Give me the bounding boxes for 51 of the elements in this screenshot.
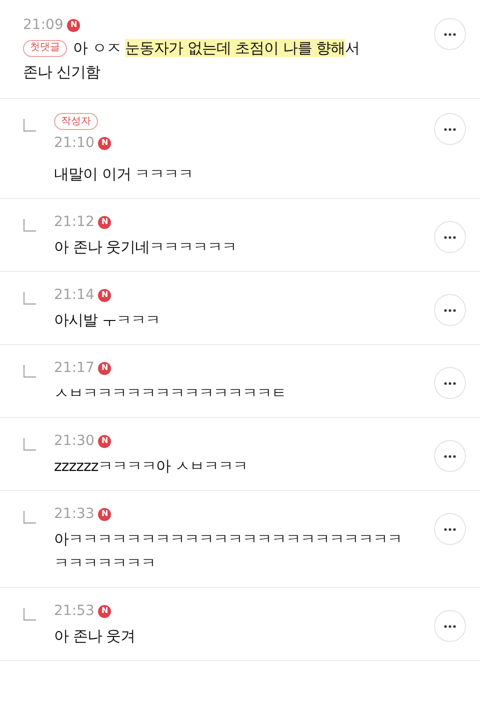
more-options-button[interactable] <box>434 610 466 642</box>
comment-time: 21:33 <box>54 505 94 523</box>
comment-time: 21:10 <box>54 134 94 152</box>
more-options-button[interactable] <box>434 367 466 399</box>
comment-time: 21:30 <box>54 432 94 450</box>
more-icon <box>444 128 456 130</box>
reply-corner-icon <box>23 365 36 378</box>
comment-text: zzzzzzㅋㅋㅋㅋ아 ㅅㅂㅋㅋㅋ <box>54 456 248 477</box>
new-badge: N <box>98 362 112 374</box>
label-badge: 첫댓글 <box>23 40 67 56</box>
new-badge: N <box>98 136 112 150</box>
comment-text: 아 존나 웃기네ㅋㅋㅋㅋㅋㅋ <box>54 237 237 258</box>
more-options-button[interactable] <box>434 221 466 253</box>
more-icon <box>444 308 456 312</box>
more-icon <box>444 382 456 384</box>
comment-time: 21:17 <box>54 359 94 377</box>
new-badge: N <box>98 288 112 302</box>
more-options-button[interactable] <box>434 18 466 50</box>
more-options-button[interactable] <box>434 513 466 545</box>
comment-text: 아ㅋㅋㅋㅋㅋㅋㅋㅋㅋㅋㅋㅋㅋㅋㅋㅋㅋㅋㅋㅋㅋㅋㅋ <box>54 529 402 550</box>
reply-corner-icon <box>23 608 36 621</box>
reply-corner-icon <box>23 438 36 451</box>
label-badge: 작성자 <box>54 113 98 130</box>
more-options-button[interactable] <box>434 294 466 326</box>
more-options-button[interactable] <box>434 440 466 472</box>
more-icon <box>444 236 456 238</box>
comment-text: 아 ㅇㅈ 눈동자가 없는데 초점이 나를 향해서 <box>73 38 360 59</box>
comment-text: 아 존나 웃겨 <box>54 626 136 647</box>
comment-time: 21:12 <box>54 213 94 231</box>
more-icon <box>444 528 456 530</box>
comment-text: 아시발 ㅜㅋㅋㅋ <box>54 310 160 331</box>
new-badge: N <box>98 216 112 228</box>
new-badge: N <box>67 18 80 32</box>
more-options-button[interactable] <box>434 113 466 145</box>
new-badge: N <box>98 508 112 520</box>
new-badge: N <box>98 434 112 448</box>
comment-text: 존나 신기함 <box>23 62 100 83</box>
more-icon <box>444 454 456 458</box>
comment-time: 21:14 <box>54 286 94 304</box>
more-icon <box>444 32 456 36</box>
comment-text: ㅋㅋㅋㅋㅋㅋㅋ <box>54 553 156 574</box>
new-badge: N <box>98 604 112 618</box>
comment-time: 21:53 <box>54 602 94 620</box>
reply-corner-icon <box>23 119 36 132</box>
comment-text: ㅅㅂㅋㅋㅋㅋㅋㅋㅋㅋㅋㅋㅋㅋㅋㅌ <box>54 383 286 404</box>
comment-text: 내말이 이거 ㅋㅋㅋㅋ <box>54 164 194 185</box>
comment-time: 21:09 <box>23 16 64 34</box>
reply-corner-icon <box>23 511 36 524</box>
reply-corner-icon <box>23 219 36 232</box>
reply-corner-icon <box>23 292 36 305</box>
more-icon <box>444 624 456 628</box>
